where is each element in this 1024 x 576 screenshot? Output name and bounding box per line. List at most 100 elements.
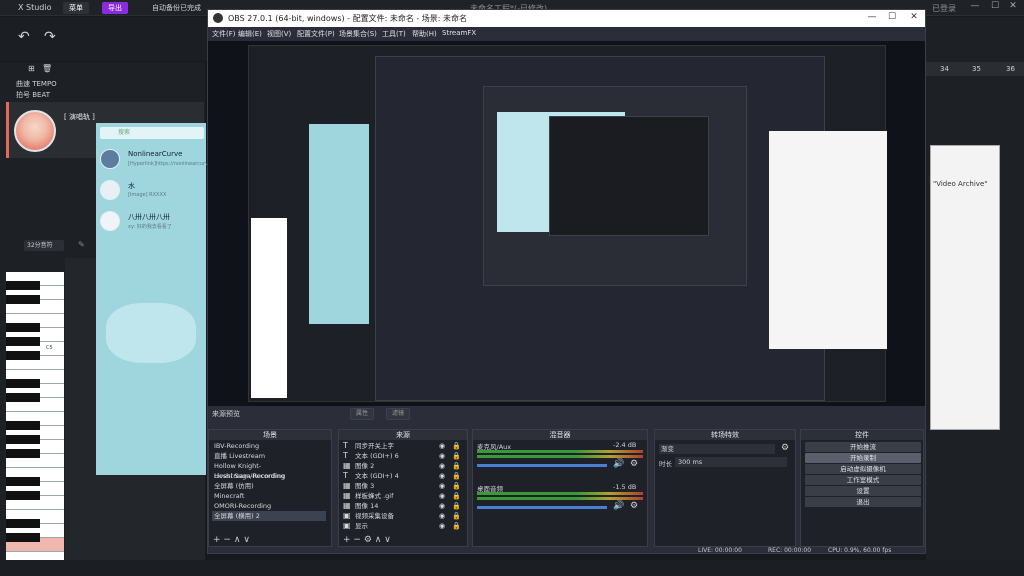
move-up-icon[interactable]: ∧ <box>234 535 241 545</box>
delete-track-icon[interactable]: 🗑 <box>42 64 52 73</box>
scene-item-selected[interactable]: 全屏幕 (横用) 2 <box>212 511 326 521</box>
speaker-icon[interactable]: 🔊 <box>613 501 624 511</box>
lock-icon[interactable]: 🔒 <box>452 451 461 461</box>
quantize-select[interactable]: 32分音符 <box>24 240 64 251</box>
lock-icon[interactable]: 🔒 <box>452 501 461 511</box>
lock-icon[interactable]: 🔒 <box>452 441 461 451</box>
volume-slider[interactable] <box>477 464 607 467</box>
scene-item[interactable]: Hollow Knight-Livestream/Recording <box>212 461 326 480</box>
visibility-icon[interactable]: ◉ <box>439 501 445 511</box>
chat-list-item[interactable]: NonlinearCurve [Hyperlink]https://nonlin… <box>100 147 216 173</box>
scene-item[interactable]: 全屏幕 (仿用) <box>212 481 326 491</box>
obs-preview-canvas[interactable] <box>208 41 925 406</box>
duration-input[interactable]: 300 ms <box>675 457 787 467</box>
lock-icon[interactable]: 🔒 <box>452 521 461 531</box>
lock-icon[interactable]: 🔒 <box>452 481 461 491</box>
chat-list-item[interactable]: 八卅八卅八卅 xy: 好的我去看看了 <box>100 209 204 235</box>
lock-icon[interactable]: 🔒 <box>452 511 461 521</box>
add-icon[interactable]: + <box>343 535 351 545</box>
add-track-icon[interactable]: ⊞ <box>28 64 35 73</box>
minimize-icon[interactable]: — <box>968 1 982 13</box>
remove-icon[interactable]: − <box>223 535 231 545</box>
scene-item[interactable]: Minecraft <box>212 491 326 501</box>
menu-tools[interactable]: 工具(T) <box>382 29 406 39</box>
visibility-icon[interactable]: ◉ <box>439 491 445 501</box>
remove-icon[interactable]: − <box>353 535 361 545</box>
close-icon[interactable]: ✕ <box>1006 1 1020 13</box>
gear-icon[interactable]: ⚙ <box>630 501 638 511</box>
gear-icon[interactable]: ⚙ <box>630 459 638 469</box>
chat-search-input[interactable]: 搜索 <box>100 127 204 139</box>
scene-item[interactable]: 直播 Livestream <box>212 451 326 461</box>
gear-icon[interactable]: ⚙ <box>781 443 789 453</box>
exit-button[interactable]: 退出 <box>805 497 921 507</box>
singer-avatar[interactable] <box>14 110 56 152</box>
source-item[interactable]: ▣ 显示 ◉ 🔒 <box>341 521 469 531</box>
xstudio-scrollbar[interactable] <box>0 560 1024 576</box>
menu-streamfx[interactable]: StreamFX <box>442 29 476 37</box>
login-status[interactable]: 已登录 <box>932 3 956 14</box>
filters-button[interactable]: 滤镜 <box>386 408 411 420</box>
start-recording-button[interactable]: 开始录制 <box>805 453 921 463</box>
scene-item[interactable]: OMORI-Recording <box>212 501 326 511</box>
scene-item[interactable]: IBV-Recording <box>212 441 326 451</box>
timeline-ruler[interactable]: 34 35 36 <box>926 62 1024 76</box>
track-name[interactable]: [ 演唱轨 ] <box>64 112 95 122</box>
export-button[interactable]: 导出 <box>102 2 128 14</box>
studio-mode-button[interactable]: 工作室模式 <box>805 475 921 485</box>
explorer-window[interactable]: "Video Archive" <box>930 145 1000 430</box>
source-item[interactable]: T 文本 (GDI+) 4 ◉ 🔒 <box>341 471 469 481</box>
obs-window[interactable]: OBS 27.0.1 (64-bit, windows) - 配置文件: 未命名… <box>207 9 926 554</box>
source-item[interactable]: ▦ 图像 14 ◉ 🔒 <box>341 501 469 511</box>
menu-view[interactable]: 视图(V) <box>267 29 291 39</box>
close-icon[interactable]: ✕ <box>906 12 922 24</box>
move-down-icon[interactable]: ∨ <box>384 535 391 545</box>
visibility-icon[interactable]: ◉ <box>439 511 445 521</box>
menu-help[interactable]: 帮助(H) <box>412 29 437 39</box>
source-item[interactable]: T 文本 (GDI+) 6 ◉ 🔒 <box>341 451 469 461</box>
undo-icon[interactable]: ↶ <box>18 29 30 45</box>
visibility-icon[interactable]: ◉ <box>439 441 445 451</box>
move-down-icon[interactable]: ∨ <box>243 535 250 545</box>
menu-edit[interactable]: 编辑(E) <box>238 29 262 39</box>
move-up-icon[interactable]: ∧ <box>375 535 382 545</box>
redo-icon[interactable]: ↷ <box>44 29 56 45</box>
piano-roll-keys[interactable]: C5 <box>6 272 64 572</box>
visibility-icon[interactable]: ◉ <box>439 521 445 531</box>
source-item[interactable]: ▦ 图像 2 ◉ 🔒 <box>341 461 469 471</box>
visibility-icon[interactable]: ◉ <box>439 481 445 491</box>
source-item[interactable]: ▦ 样板蜂式 .gif ◉ 🔒 <box>341 491 469 501</box>
settings-button[interactable]: 设置 <box>805 486 921 496</box>
chat-preview: xy: 好的我去看看了 <box>128 224 172 230</box>
menu-profile[interactable]: 配置文件(P) <box>297 29 335 39</box>
gear-icon[interactable]: ⚙ <box>364 535 372 545</box>
volume-slider[interactable] <box>477 506 607 509</box>
visibility-icon[interactable]: ◉ <box>439 471 445 481</box>
source-item[interactable]: ▣ 视频采集设备 ◉ 🔒 <box>341 511 469 521</box>
menu-file[interactable]: 文件(F) <box>212 29 236 39</box>
source-item[interactable]: ▦ 图像 3 ◉ 🔒 <box>341 481 469 491</box>
maximize-icon[interactable]: ☐ <box>884 12 900 24</box>
lock-icon[interactable]: 🔒 <box>452 491 461 501</box>
visibility-icon[interactable]: ◉ <box>439 461 445 471</box>
lock-icon[interactable]: 🔒 <box>452 471 461 481</box>
maximize-icon[interactable]: ☐ <box>988 1 1002 13</box>
menu-scene-collection[interactable]: 场景集合(S) <box>339 29 377 39</box>
add-icon[interactable]: + <box>213 535 221 545</box>
transition-select[interactable]: 渐变 <box>659 444 775 454</box>
chat-window[interactable] <box>96 123 206 475</box>
start-streaming-button[interactable]: 开始推流 <box>805 442 921 452</box>
scene-item[interactable]: Hoshi Saga-Recording <box>212 471 326 481</box>
pencil-icon[interactable]: ✎ <box>78 240 85 249</box>
nested-chat-layer <box>309 124 369 324</box>
chat-list-item[interactable]: 水 [Image] RXXXX <box>100 178 204 204</box>
properties-button[interactable]: 属性 <box>350 408 375 420</box>
visibility-icon[interactable]: ◉ <box>439 451 445 461</box>
minimize-icon[interactable]: — <box>864 12 880 24</box>
start-virtual-camera-button[interactable]: 启动虚拟摄像机 <box>805 464 921 474</box>
speaker-icon[interactable]: 🔊 <box>613 459 624 469</box>
beat-label[interactable]: 拍号 BEAT <box>0 89 205 101</box>
source-item[interactable]: T 同步开关上字 ◉ 🔒 <box>341 441 469 451</box>
lock-icon[interactable]: 🔒 <box>452 461 461 471</box>
menu-button[interactable]: 菜单 <box>63 2 89 14</box>
